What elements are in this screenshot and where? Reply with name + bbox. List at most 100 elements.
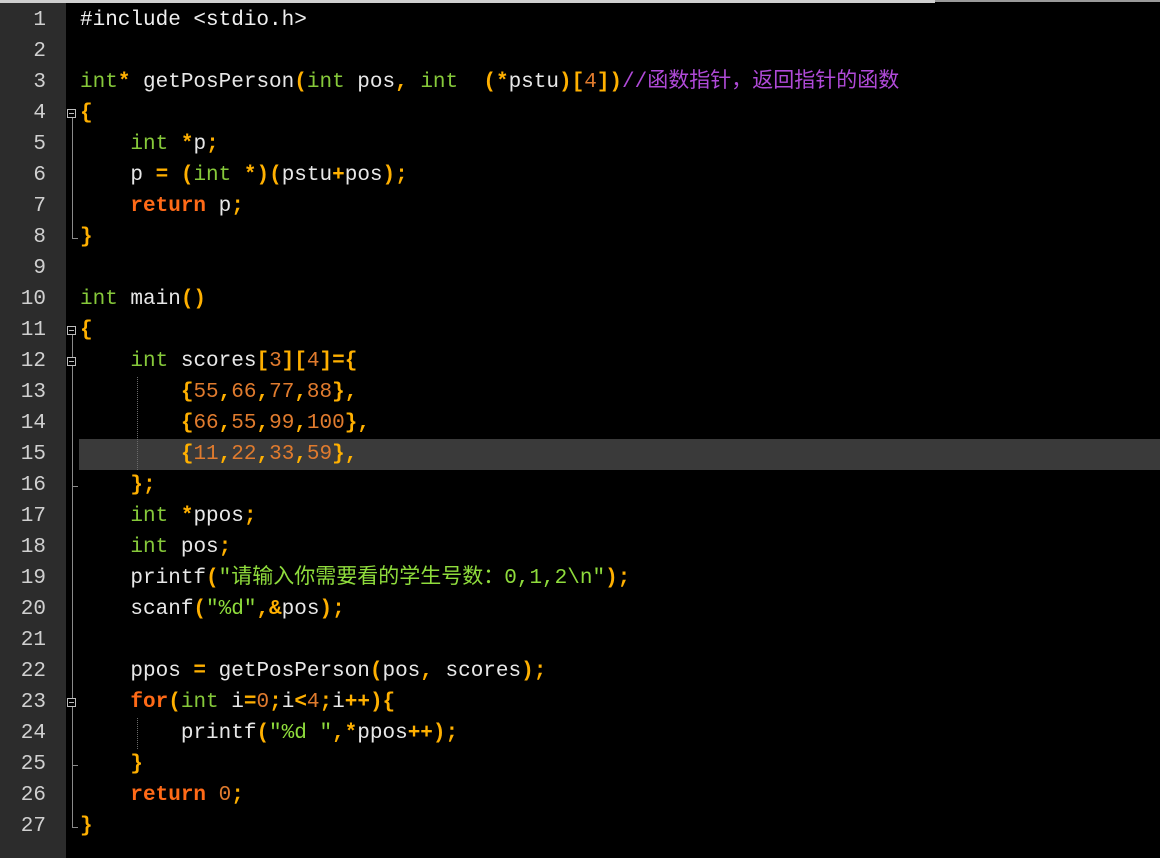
code-text: int *p; [80, 129, 218, 160]
code-token: 59 [306, 443, 333, 466]
code-line[interactable]: 4{ [0, 98, 1160, 129]
code-line[interactable]: 3 int* getPosPerson(int pos, int (*pstu)[… [0, 67, 1160, 98]
fold-guide [72, 335, 73, 827]
line-number: 24 [20, 722, 46, 745]
line-number: 13 [20, 381, 46, 404]
code-token: ( [294, 71, 307, 94]
fold-toggle-icon[interactable] [67, 326, 76, 335]
fold-toggle-icon[interactable] [67, 109, 76, 118]
code-token: < [294, 691, 307, 714]
code-line[interactable]: 14 {66,55,99,100}, [0, 408, 1160, 439]
code-line[interactable]: 26 return 0; [0, 780, 1160, 811]
code-line[interactable]: 5 int *p; [0, 129, 1160, 160]
code-text: } [80, 222, 93, 253]
code-token: (* [483, 71, 509, 94]
code-token: ; [231, 784, 244, 807]
code-text: {66,55,99,100}, [80, 408, 370, 439]
code-token: 4 [306, 691, 320, 714]
code-line[interactable]: 2 [0, 36, 1160, 67]
code-token: }, [332, 443, 358, 466]
code-token: } [130, 753, 144, 776]
line-number: 22 [20, 660, 46, 683]
code-line[interactable]: 13 {55,66,77,88}, [0, 377, 1160, 408]
code-line[interactable]: 21 [0, 625, 1160, 656]
code-token: "%d" [206, 598, 257, 621]
code-token: pos [344, 164, 383, 187]
code-line[interactable]: 10 int main() [0, 284, 1160, 315]
code-text: } [80, 749, 143, 780]
code-token: int [130, 350, 169, 373]
code-line[interactable]: 27} [0, 811, 1160, 842]
code-token: int [130, 536, 169, 559]
line-number: 4 [33, 102, 46, 125]
code-token: 99 [269, 412, 295, 435]
code-line[interactable]: 22 ppos = getPosPerson(pos, scores); [0, 656, 1160, 687]
code-editor[interactable]: 1 #include <stdio.h> 2 3 int* getPosPerson(i… [0, 0, 1160, 858]
code-token: ; [231, 195, 244, 218]
line-number: 19 [20, 567, 46, 590]
code-token: i [332, 691, 345, 714]
code-line[interactable]: 18 int pos; [0, 532, 1160, 563]
code-line[interactable]: 17 int *ppos; [0, 501, 1160, 532]
code-token: } [80, 815, 93, 838]
code-text: return p; [80, 191, 244, 222]
code-line[interactable]: 20 scanf("%d",&pos); [0, 594, 1160, 625]
code-line[interactable]: 19 printf("请输入你需要看的学生号数：0,1,2\n"); [0, 563, 1160, 594]
code-token: pstu [281, 164, 333, 187]
code-token: printf [80, 567, 207, 590]
code-token: ; [269, 691, 282, 714]
code-token: p [80, 164, 156, 187]
code-line[interactable]: 11 { [0, 315, 1160, 346]
code-token: "%d " [269, 722, 333, 745]
code-token: ); [382, 164, 408, 187]
code-token: 0 [256, 691, 270, 714]
code-line[interactable]: 6 p = (int *)(pstu+pos); [0, 160, 1160, 191]
code-text: {55,66,77,88}, [80, 377, 358, 408]
code-token: , [256, 443, 270, 466]
code-text: {11,22,33,59}, [80, 439, 358, 470]
code-line[interactable]: 9 [0, 253, 1160, 284]
code-line[interactable]: 7 return p; [0, 191, 1160, 222]
code-line[interactable]: 24 printf("%d ",*ppos++); [0, 718, 1160, 749]
code-token: { [80, 319, 93, 342]
code-token: pos [168, 536, 219, 559]
code-token: * [180, 133, 194, 156]
code-token: scores [168, 350, 257, 373]
code-token: } [80, 226, 93, 249]
top-border [0, 0, 935, 3]
code-token: , [256, 412, 270, 435]
code-line[interactable]: 12 int scores[3][4]={ [0, 346, 1160, 377]
code-token: pstu [508, 71, 559, 94]
code-token: int [80, 288, 118, 311]
code-text: } [80, 811, 93, 842]
code-text: int main() [80, 284, 206, 315]
code-line[interactable]: 23 for(int i=0;i<4;i++){ [0, 687, 1160, 718]
code-line[interactable]: 8} [0, 222, 1160, 253]
code-token: = [155, 164, 169, 187]
code-token: ( [168, 691, 181, 714]
code-text: ppos = getPosPerson(pos, scores); [80, 656, 546, 687]
code-line[interactable]: 16 }; [0, 470, 1160, 501]
code-token: ( [193, 598, 207, 621]
code-token: int [420, 71, 459, 94]
code-token: ( [256, 722, 270, 745]
code-token: }; [130, 474, 156, 497]
fold-toggle-icon[interactable] [67, 698, 76, 707]
fold-toggle-icon[interactable] [67, 357, 76, 366]
code-line[interactable]: 1 #include <stdio.h> [0, 5, 1160, 36]
line-number: 11 [20, 319, 46, 342]
code-token: i [281, 691, 295, 714]
fold-end-mark [72, 486, 78, 487]
code-token: return [130, 784, 207, 807]
line-number: 8 [33, 226, 46, 249]
fold-end-mark [72, 238, 78, 239]
code-line[interactable]: 15 {11,22,33,59}, [0, 439, 1160, 470]
code-token: ][ [281, 350, 307, 373]
code-token: ( [180, 164, 194, 187]
code-line[interactable]: 25 } [0, 749, 1160, 780]
line-number: 7 [33, 195, 46, 218]
code-token: 3 [269, 350, 282, 373]
